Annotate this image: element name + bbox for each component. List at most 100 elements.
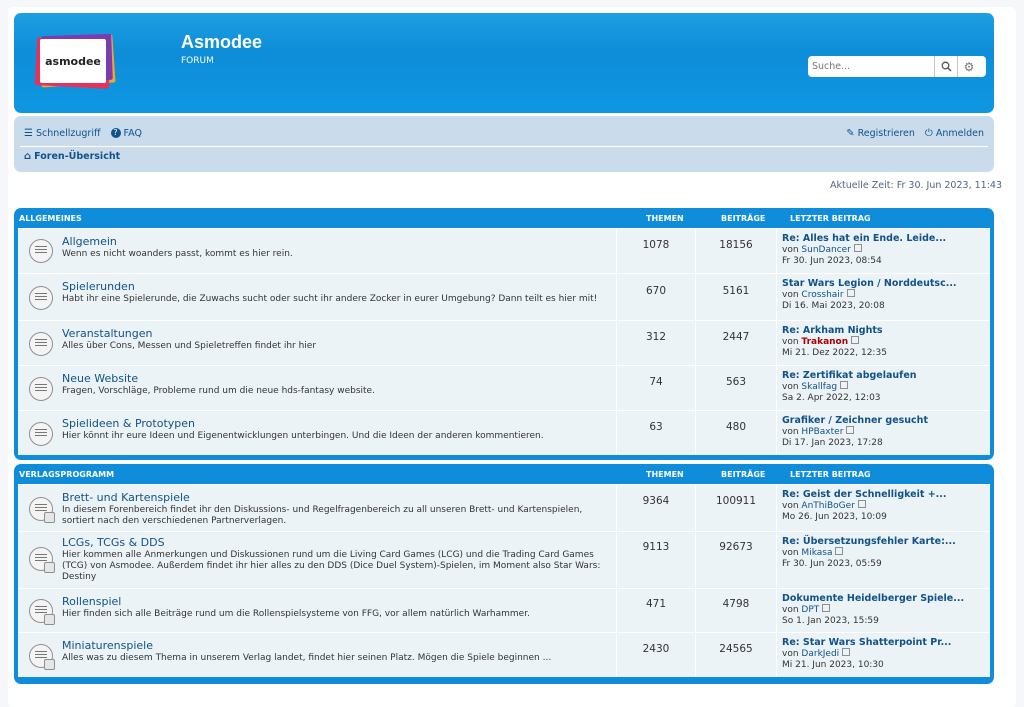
by-label: von <box>782 605 799 615</box>
site-logo[interactable]: asmodee <box>34 33 116 89</box>
last-post-title[interactable]: Re: Arkham Nights <box>782 325 990 336</box>
last-post: Re: Geist der Schnelligkeit +... von AnT… <box>776 485 990 531</box>
posts-count: 18156 <box>695 229 776 273</box>
edit-icon: ✎ <box>846 127 855 139</box>
subforum-icon <box>29 547 55 573</box>
last-post-date: Di 16. Mai 2023, 20:08 <box>782 301 885 311</box>
forum-title[interactable]: Spielerunden <box>62 280 135 293</box>
by-label: von <box>782 245 799 255</box>
forum-title[interactable]: LCGs, TCGs & DDS <box>62 536 165 549</box>
col-topics: THEMEN <box>646 470 684 479</box>
power-icon: ⏻ <box>924 127 933 139</box>
last-post: Re: Star Wars Shatterpoint Pr... von Dar… <box>776 633 990 677</box>
forum-title[interactable]: Veranstaltungen <box>62 327 153 340</box>
last-post-title[interactable]: Grafiker / Zeichner gesucht <box>782 415 990 426</box>
topics-count: 9364 <box>616 485 695 531</box>
topics-count: 9113 <box>616 532 695 588</box>
home-icon: ⌂ <box>24 151 32 162</box>
last-post-title[interactable]: Re: Geist der Schnelligkeit +... <box>782 489 990 500</box>
quicklinks-label: Schnellzugriff <box>35 127 101 139</box>
forum-row: Rollenspiel Hier finden sich alle Beiträ… <box>18 588 990 632</box>
search-button[interactable] <box>934 56 957 77</box>
by-label: von <box>782 290 799 300</box>
last-post-author[interactable]: Mikasa <box>801 548 832 558</box>
quicklinks-menu[interactable]: ☰ Schnellzugriff <box>24 128 101 139</box>
navbar-divider <box>20 146 988 147</box>
posts-count: 100911 <box>695 485 776 531</box>
forum-desc: Wenn es nicht woanders passt, kommt es h… <box>62 249 293 259</box>
last-post-date: So 1. Jan 2023, 15:59 <box>782 616 879 626</box>
forum-read-icon <box>29 377 53 401</box>
view-post-icon[interactable] <box>835 547 844 555</box>
topics-count: 312 <box>616 321 695 365</box>
posts-count: 563 <box>695 366 776 410</box>
last-post-author[interactable]: DPT <box>801 605 819 615</box>
last-post-date: Mo 26. Jun 2023, 10:09 <box>782 512 887 522</box>
register-label: Registrieren <box>857 127 915 139</box>
advanced-search-button[interactable]: ⚙ <box>957 56 980 77</box>
view-post-icon[interactable] <box>853 244 862 252</box>
view-post-icon[interactable] <box>840 381 849 389</box>
last-post-author[interactable]: Trakanon <box>801 337 848 347</box>
login-label: Anmelden <box>935 127 984 139</box>
category-verlagsprogramm: VERLAGSPROGRAMM THEMEN BEITRÄGE LETZTER … <box>14 464 994 684</box>
site-subtitle: FORUM <box>181 56 214 66</box>
forum-title[interactable]: Allgemein <box>62 235 117 248</box>
view-post-icon[interactable] <box>857 500 866 508</box>
last-post-author[interactable]: AnThiBoGer <box>801 501 854 511</box>
view-post-icon[interactable] <box>842 648 851 656</box>
login-link[interactable]: ⏻ Anmelden <box>925 128 984 139</box>
current-time: Aktuelle Zeit: Fr 30. Jun 2023, 11:43 <box>830 180 1002 191</box>
register-link[interactable]: ✎ Registrieren <box>846 128 915 139</box>
navbar: ☰ Schnellzugriff ? FAQ ✎ Registrieren ⏻ … <box>14 116 994 172</box>
view-post-icon[interactable] <box>846 426 855 434</box>
last-post-title[interactable]: Re: Alles hat ein Ende. Leide... <box>782 233 990 244</box>
last-post-title[interactable]: Re: Star Wars Shatterpoint Pr... <box>782 637 990 648</box>
last-post-date: Mi 21. Jun 2023, 10:30 <box>782 660 884 670</box>
forum-title[interactable]: Spielideen & Prototypen <box>62 417 195 430</box>
forum-row: Veranstaltungen Alles über Cons, Messen … <box>18 320 990 365</box>
breadcrumb-home: Foren-Übersicht <box>34 151 121 162</box>
by-label: von <box>782 382 799 392</box>
last-post: Re: Zertifikat abgelaufen von Skallfag S… <box>776 366 990 410</box>
forum-title[interactable]: Neue Website <box>62 372 138 385</box>
last-post-author[interactable]: HPBaxter <box>801 427 843 437</box>
last-post-title[interactable]: Re: Übersetzungsfehler Karte:... <box>782 536 990 547</box>
breadcrumb[interactable]: ⌂ Foren-Übersicht <box>24 151 120 162</box>
forum-title[interactable]: Rollenspiel <box>62 595 121 608</box>
last-post-author[interactable]: SunDancer <box>801 245 850 255</box>
forum-desc: Fragen, Vorschläge, Probleme rund um die… <box>62 386 375 396</box>
forum-row: Spielerunden Habt ihr eine Spielerunde, … <box>18 273 990 320</box>
faq-link[interactable]: ? FAQ <box>110 128 142 139</box>
last-post-author[interactable]: Crosshair <box>801 290 843 300</box>
topics-count: 63 <box>616 411 695 455</box>
posts-count: 2447 <box>695 321 776 365</box>
forum-title[interactable]: Miniaturenspiele <box>62 639 153 652</box>
view-post-icon[interactable] <box>846 289 855 297</box>
col-lastpost: LETZTER BEITRAG <box>790 214 871 223</box>
subforum-icon <box>29 644 55 670</box>
forum-title[interactable]: Brett- und Kartenspiele <box>62 491 190 504</box>
view-post-icon[interactable] <box>822 604 831 612</box>
subforum-icon <box>29 599 55 625</box>
category-title[interactable]: VERLAGSPROGRAMM <box>19 470 114 479</box>
by-label: von <box>782 649 799 659</box>
category-title[interactable]: ALLGEMEINES <box>19 214 82 223</box>
topics-count: 1078 <box>616 229 695 273</box>
question-icon: ? <box>110 128 121 138</box>
last-post-author[interactable]: DarkJedi <box>801 649 839 659</box>
search-icon <box>941 61 952 72</box>
topics-count: 670 <box>616 274 695 320</box>
posts-count: 4798 <box>695 589 776 632</box>
last-post-author[interactable]: Skallfag <box>801 382 837 392</box>
forum-row: Brett- und Kartenspiele In diesem Forenb… <box>18 484 990 531</box>
site-title[interactable]: Asmodee <box>181 32 262 53</box>
search-input[interactable] <box>810 57 934 76</box>
last-post-title[interactable]: Re: Zertifikat abgelaufen <box>782 370 990 381</box>
view-post-icon[interactable] <box>851 336 860 344</box>
logo-text: asmodee <box>40 39 106 83</box>
last-post-title[interactable]: Dokumente Heidelberger Spiele... <box>782 593 990 604</box>
by-label: von <box>782 501 799 511</box>
last-post-title[interactable]: Star Wars Legion / Norddeutsc... <box>782 278 990 289</box>
last-post-date: Di 17. Jan 2023, 17:28 <box>782 438 883 448</box>
